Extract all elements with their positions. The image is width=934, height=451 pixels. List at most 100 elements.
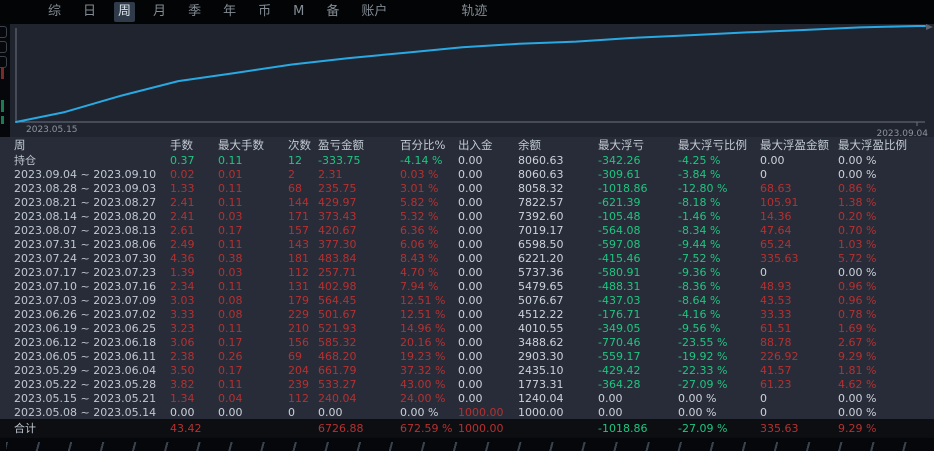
cell: -8.34 % [678,223,721,237]
cell: -27.09 % [678,377,728,391]
cell: 210 [288,321,309,335]
table-row-position[interactable]: 持仓 0.37 0.11 12 -333.75 -4.14 % 0.00 8060.63 -34… [0,153,934,168]
tab-zhou[interactable]: 周 [114,2,136,22]
cell: 0.00 % [838,405,877,419]
cell: 0.38 [218,251,243,265]
column-header: 最大浮盈比例 [838,138,907,152]
cell: 585.32 [318,335,357,349]
cell: 7392.60 [518,209,564,223]
cell: -580.91 [598,265,641,279]
tab-nian[interactable]: 年 [219,2,240,22]
table-row-w-2023-07-10[interactable]: 2023.07.10 ~ 2023.07.16 2.34 0.11 131 402.98… [0,279,934,293]
tab-ji[interactable]: 季 [184,2,205,22]
table-row-w-2023-08-07[interactable]: 2023.08.07 ~ 2023.08.13 2.61 0.17 157 420.67… [0,223,934,237]
cell: 0.20 % [838,209,877,223]
cell: 0 [760,265,767,279]
cell: 0.96 % [838,293,877,307]
cell: 235.75 [318,181,357,195]
table-row-w-2023-06-05[interactable]: 2023.06.05 ~ 2023.06.11 2.38 0.26 69 468.20 1… [0,349,934,363]
equity-line [15,25,926,123]
row-label: 2023.07.03 ~ 2023.07.09 [14,293,157,307]
cell: -8.36 % [678,279,721,293]
cell: 521.93 [318,321,357,335]
tab-bi[interactable]: 币 [254,2,275,22]
column-header: 盈亏金额 [318,138,364,152]
table-row-w-2023-06-12[interactable]: 2023.06.12 ~ 2023.06.18 3.06 0.17 156 585.32… [0,335,934,349]
table-row-w-2023-07-03[interactable]: 2023.07.03 ~ 2023.07.09 3.03 0.08 179 564.45… [0,293,934,307]
column-header: 次数 [288,138,311,152]
row-label: 2023.05.22 ~ 2023.05.28 [14,377,157,391]
table-row-w-2023-07-24[interactable]: 2023.07.24 ~ 2023.07.30 4.36 0.38 181 483.84… [0,251,934,265]
tab-guiji[interactable]: 轨迹 [457,2,491,22]
cell: -770.46 [598,335,641,349]
equity-curve-chart: 2023.05.15 2023.09.04 [0,24,934,139]
cell: 1000.00 [458,421,504,435]
cell: 0.00 [598,391,623,405]
column-header: 百分比% [400,138,446,152]
left-edge-marks [0,24,10,137]
row-label: 2023.07.17 ~ 2023.07.23 [14,265,157,279]
tab-zong[interactable]: 综 [44,2,65,22]
weekly-stats-window: 综日周月季年币 M 备账户 轨迹 2023.05.15 2023.09.04 周手数最… [0,0,934,451]
tab-bei[interactable]: 备 [322,2,343,22]
cell: 8.43 % [400,251,439,265]
cell: 0.00 % [678,405,717,419]
cell: 3.23 [170,321,195,335]
tab-ri[interactable]: 日 [79,2,100,22]
cell: 564.45 [318,293,357,307]
row-label: 合计 [14,422,36,435]
table-row-w-2023-09-04[interactable]: 2023.09.04 ~ 2023.09.10 0.02 0.01 2 2.31 0.03… [0,167,934,181]
cell: 0.11 [218,153,243,167]
table-row-w-2023-08-21[interactable]: 2023.08.21 ~ 2023.08.27 2.41 0.11 144 429.97… [0,195,934,209]
table-row-w-2023-08-28[interactable]: 2023.08.28 ~ 2023.09.03 1.33 0.11 68 235.75 3… [0,181,934,195]
cell: 0.00 [218,405,243,419]
edge-red-tick [1,68,4,79]
row-label: 持仓 [14,154,36,167]
row-label: 2023.06.05 ~ 2023.06.11 [14,349,157,363]
cell: 8058.32 [518,181,564,195]
cell: 483.84 [318,251,357,265]
table-row-w-2023-07-17[interactable]: 2023.07.17 ~ 2023.07.23 1.39 0.03 112 257.71… [0,265,934,279]
cell: 0.00 [458,279,483,293]
cell: 157 [288,223,309,237]
edge-green-tick [1,116,4,124]
cell: 0.03 [218,209,243,223]
cell: 5.72 % [838,251,877,265]
cell: 0.11 [218,279,243,293]
cell: 0 [760,405,767,419]
table-row-w-2023-05-15[interactable]: 2023.05.15 ~ 2023.05.21 1.34 0.04 112 240.04… [0,391,934,405]
tab-yue[interactable]: 月 [149,2,170,22]
table-row-w-2023-07-31[interactable]: 2023.07.31 ~ 2023.08.06 2.49 0.11 143 377.30… [0,237,934,251]
cell: 7822.57 [518,195,564,209]
cell: 61.23 [760,377,792,391]
tab-m[interactable]: M [289,2,308,22]
table-row-w-2023-06-19[interactable]: 2023.06.19 ~ 2023.06.25 3.23 0.11 210 521.93… [0,321,934,335]
cell: 2.61 [170,223,195,237]
table-row-w-2023-06-26[interactable]: 2023.06.26 ~ 2023.07.02 3.33 0.08 229 501.67… [0,307,934,321]
cell: 0.11 [218,237,243,251]
row-label: 2023.05.29 ~ 2023.06.04 [14,363,157,377]
cell: -4.25 % [678,153,721,167]
cell: 373.43 [318,209,357,223]
cell: 0.00 [458,391,483,405]
cell: -176.71 [598,307,641,321]
table-row-w-2023-05-22[interactable]: 2023.05.22 ~ 2023.05.28 3.82 0.11 239 533.27… [0,377,934,391]
cell: 14.36 [760,209,792,223]
cell: 3.06 [170,335,195,349]
row-label: 2023.08.07 ~ 2023.08.13 [14,223,157,237]
tab-zhanghu[interactable]: 账户 [357,2,391,22]
table-row-w-2023-05-29[interactable]: 2023.05.29 ~ 2023.06.04 3.50 0.17 204 661.79… [0,363,934,377]
cell: 0.00 [458,153,483,167]
cell: -333.75 [318,153,361,167]
cell: 0.26 [218,349,243,363]
cell: 229 [288,307,309,321]
cell: -437.03 [598,293,641,307]
cell: 143 [288,237,309,251]
edge-bracket-icon [0,56,7,68]
cell: 1.34 [170,391,195,405]
cell: 2.49 [170,237,195,251]
table-row-w-2023-05-08[interactable]: 2023.05.08 ~ 2023.05.14 0.00 0.00 0 0.00 0.00… [0,405,934,419]
cell: 335.63 [760,251,799,265]
table-row-w-2023-08-14[interactable]: 2023.08.14 ~ 2023.08.20 2.41 0.03 171 373.43… [0,209,934,223]
cell: 0.00 [458,167,483,181]
